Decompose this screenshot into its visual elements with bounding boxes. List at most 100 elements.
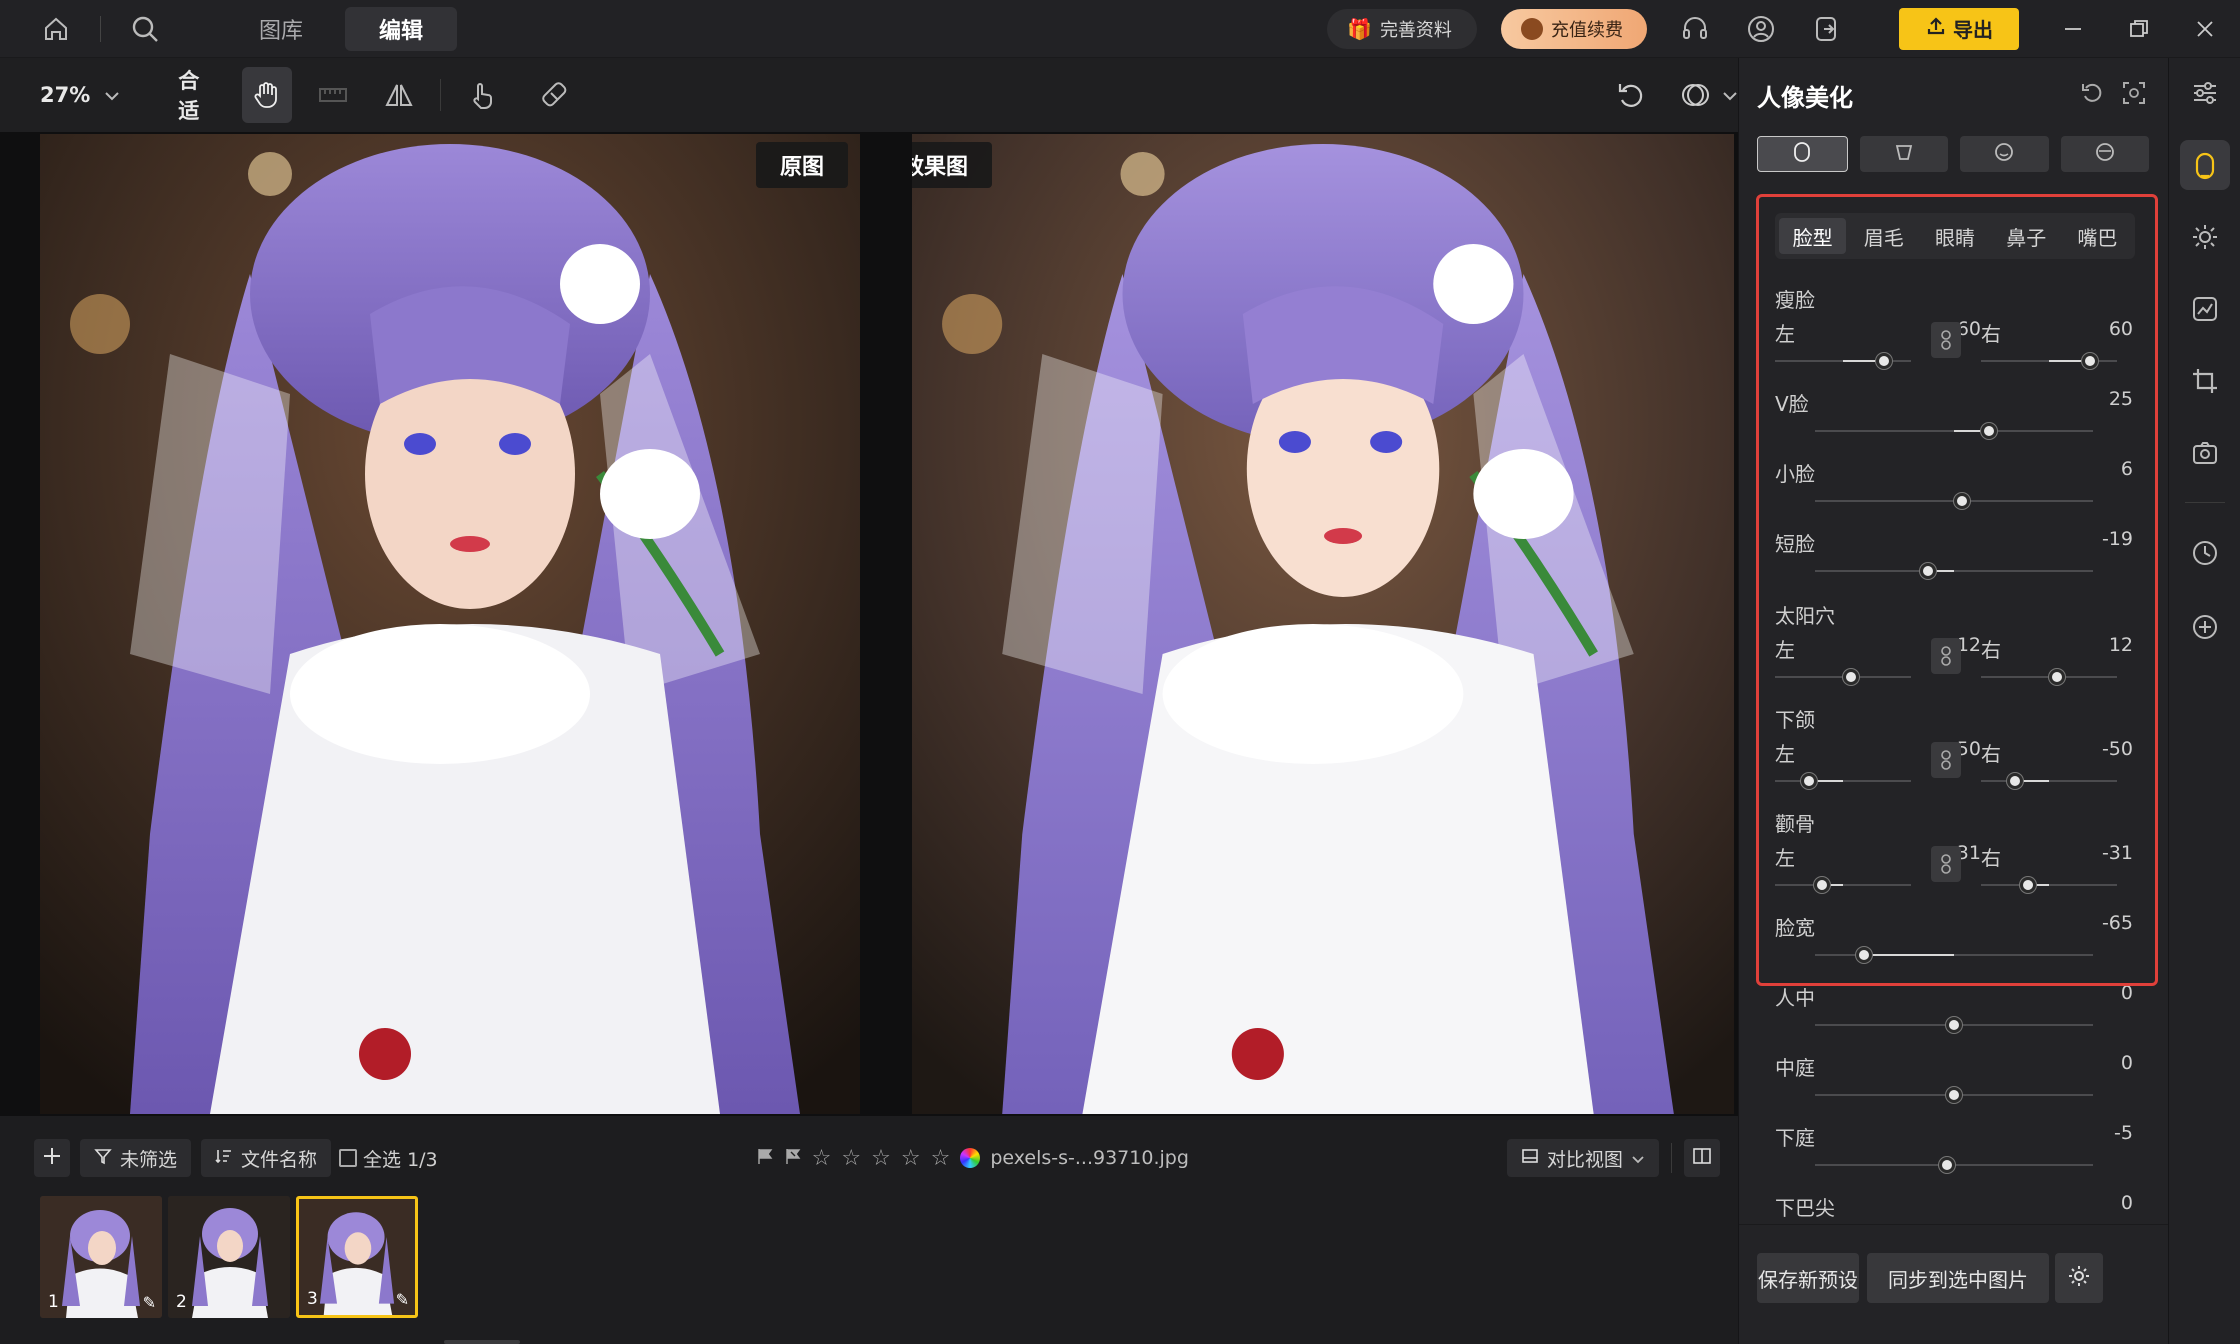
tab-library[interactable]: 图库 (225, 7, 337, 51)
adjust-sliders-icon[interactable] (2180, 68, 2230, 118)
top-nav: 图库 编辑 🎁 完善资料 充值续费 导出 (0, 0, 2240, 58)
filmstrip-scrollbar[interactable] (444, 1340, 520, 1344)
star-icon[interactable]: ☆ (871, 1146, 891, 1171)
subtab-mouth[interactable]: 嘴巴 (2064, 218, 2131, 254)
history-clock-icon[interactable] (2180, 528, 2230, 578)
category-tabs (1757, 136, 2149, 172)
select-all-label: 全选 1/3 (363, 1148, 438, 1171)
undo-reset-icon[interactable] (1606, 67, 1656, 123)
recharge-button[interactable]: 充值续费 (1501, 8, 1648, 49)
filmstrip-toolbar: 未筛选 文件名称 全选 1/3 ☆ ☆ ☆ ☆ ☆ pexels-s-...93… (0, 1136, 1738, 1180)
chevron-down-icon[interactable] (1722, 86, 1738, 105)
star-icon[interactable]: ☆ (812, 1146, 832, 1171)
face-icon (1791, 141, 1813, 167)
subtab-nose[interactable]: 鼻子 (1993, 218, 2060, 254)
reject-flag-icon[interactable] (784, 1147, 802, 1169)
star-icon[interactable]: ☆ (841, 1146, 861, 1171)
hand-tool-icon[interactable] (241, 67, 293, 123)
subtab-eyebrows[interactable]: 眉毛 (1850, 218, 1917, 254)
perfect-info-label: 完善资料 (1379, 19, 1452, 41)
zoom-dropdown[interactable]: 27% (40, 83, 120, 107)
flip-icon[interactable] (374, 67, 424, 123)
image-canvas[interactable]: 原图 效果图 (0, 132, 1738, 1116)
flag-icon[interactable] (756, 1147, 774, 1169)
chin-tip-value: 0 (2120, 1192, 2133, 1214)
plus-icon (42, 1146, 62, 1171)
tab-makeup[interactable] (2060, 136, 2149, 172)
subtab-face-shape[interactable]: 脸型 (1779, 218, 1847, 254)
split-view-button[interactable] (1683, 1139, 1720, 1177)
portrait-beauty-icon[interactable] (2180, 140, 2230, 190)
sort-button[interactable]: 文件名称 (201, 1139, 332, 1177)
compare-view-dropdown[interactable]: 对比视图 (1506, 1139, 1659, 1177)
search-icon[interactable] (125, 9, 165, 49)
midface-value: 0 (2120, 1052, 2133, 1074)
eraser-icon[interactable] (529, 67, 579, 123)
select-all-checkbox[interactable]: 全选 1/3 (339, 1145, 438, 1172)
body-icon (1893, 141, 1915, 167)
user-icon[interactable] (1741, 9, 1781, 49)
tab-body[interactable] (1859, 136, 1948, 172)
tab-smile[interactable] (1960, 136, 2049, 172)
midface-knob[interactable] (1946, 1087, 1962, 1103)
logout-icon[interactable] (1807, 9, 1847, 49)
upload-icon (1925, 15, 1947, 42)
perfect-info-button[interactable]: 🎁 完善资料 (1327, 8, 1478, 49)
sync-button[interactable]: 同步到选中图片 (1867, 1253, 2049, 1303)
rail-divider (2185, 502, 2225, 503)
color-label-icon[interactable] (960, 1148, 981, 1168)
tab-face-shape[interactable] (1757, 136, 1848, 172)
export-button[interactable]: 导出 (1899, 7, 2020, 50)
sun-icon[interactable] (2180, 212, 2230, 262)
compare-view-label: 对比视图 (1546, 1148, 1623, 1171)
original-label: 原图 (756, 142, 849, 188)
close-icon[interactable] (2185, 9, 2225, 49)
fit-button[interactable]: 合适 (178, 65, 216, 125)
restore-icon[interactable] (2119, 9, 2159, 49)
thumbnail-3[interactable]: 3 ✎ (296, 1196, 418, 1318)
divider (1670, 1143, 1672, 1173)
makeup-icon (2094, 141, 2116, 167)
headset-icon[interactable] (1675, 9, 1715, 49)
split-view-icon (1692, 1147, 1712, 1170)
touch-tool-icon[interactable] (457, 67, 507, 123)
gift-icon: 🎁 (1347, 16, 1372, 41)
reset-icon[interactable] (2079, 80, 2105, 110)
chevron-down-icon (104, 86, 120, 105)
filter-icon (94, 1147, 112, 1170)
effect-photo: 效果图 (912, 134, 1734, 1114)
face-scan-icon[interactable] (2121, 80, 2147, 110)
sort-label: 文件名称 (241, 1148, 318, 1171)
edit-toolbar: 27% 合适 (0, 58, 1738, 132)
lowerface-knob[interactable] (1939, 1157, 1956, 1173)
overlay-icon[interactable] (1670, 67, 1720, 123)
thumbnail-1[interactable]: 1 ✎ (40, 1196, 162, 1318)
add-button[interactable] (34, 1139, 70, 1177)
crop-icon[interactable] (2180, 356, 2230, 406)
settings-button[interactable] (2055, 1253, 2103, 1303)
philtrum-knob[interactable] (1946, 1017, 1962, 1033)
filter-button[interactable]: 未筛选 (80, 1139, 192, 1177)
minimize-icon[interactable] (2053, 9, 2093, 49)
thumbnail-number: 2 (176, 1292, 187, 1312)
filename-text: pexels-s-...93710.jpg (990, 1147, 1189, 1169)
face-shape-section: 脸型 眉毛 眼睛 鼻子 嘴巴 (1756, 194, 2158, 986)
chevron-down-icon (1631, 1147, 1645, 1169)
image-edit-icon[interactable] (2180, 284, 2230, 334)
subtab-eyes[interactable]: 眼睛 (1921, 218, 1988, 254)
filter-label: 未筛选 (120, 1148, 178, 1171)
gear-icon (2067, 1264, 2091, 1293)
save-preset-button[interactable]: 保存新预设 (1757, 1253, 1859, 1303)
thumbnail-2[interactable]: 2 (168, 1196, 290, 1318)
star-icon[interactable]: ☆ (931, 1146, 951, 1171)
add-circle-icon[interactable] (2180, 602, 2230, 652)
ruler-icon[interactable] (308, 67, 358, 123)
edited-pen-icon: ✎ (142, 1293, 156, 1312)
zoom-value: 27% (40, 83, 91, 107)
home-icon[interactable] (36, 9, 76, 49)
star-icon[interactable]: ☆ (901, 1146, 921, 1171)
tab-edit[interactable]: 编辑 (345, 6, 458, 51)
panel-footer: 保存新预设 同步到选中图片 (1739, 1224, 2169, 1344)
camera-icon[interactable] (2180, 428, 2230, 478)
feature-subtabs: 脸型 眉毛 眼睛 鼻子 嘴巴 (1775, 213, 2135, 259)
